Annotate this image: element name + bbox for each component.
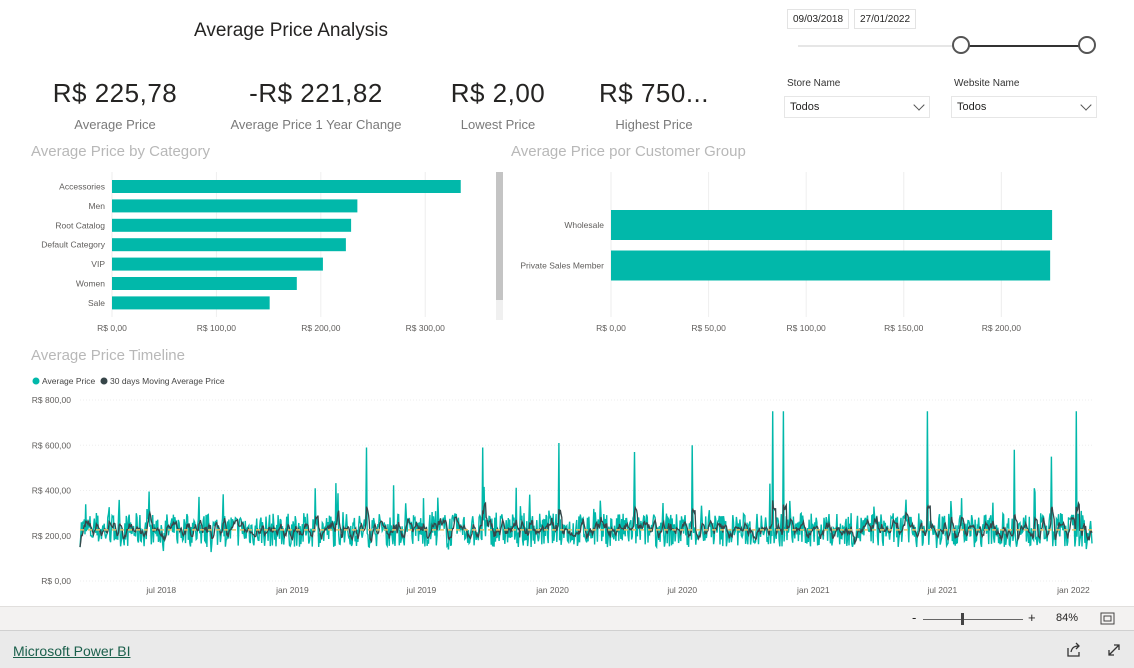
x-tick-label: R$ 300,00 bbox=[406, 323, 445, 333]
x-tick-label: jan 2020 bbox=[535, 585, 569, 595]
bar[interactable] bbox=[112, 277, 297, 290]
kpi-average-price: R$ 225,78 Average Price bbox=[40, 78, 190, 132]
kpi-label: Average Price 1 Year Change bbox=[230, 117, 402, 132]
date-start-field[interactable]: 09/03/2018 bbox=[787, 9, 850, 29]
kpi-highest-price: R$ 750... Highest Price bbox=[590, 78, 718, 132]
bar[interactable] bbox=[112, 199, 358, 213]
store-name-value: Todos bbox=[790, 101, 820, 113]
chevron-down-icon bbox=[913, 99, 925, 111]
store-name-dropdown[interactable]: Todos bbox=[784, 96, 930, 118]
x-tick-label: R$ 200,00 bbox=[301, 323, 340, 333]
customer-group-bar-chart[interactable]: R$ 0,00 R$ 50,00 R$ 100,00 R$ 150,00 R$ 200,… bbox=[505, 168, 1085, 338]
timeline-line-chart[interactable]: Average Price 30 days Moving Average Pric… bbox=[0, 370, 1134, 602]
category-label: Root Catalog bbox=[55, 220, 105, 230]
timeline-chart-title: Average Price Timeline bbox=[31, 347, 185, 364]
zoom-slider[interactable] bbox=[923, 619, 1023, 620]
x-tick-label: R$ 100,00 bbox=[787, 323, 826, 333]
kpi-value: R$ 225,78 bbox=[52, 78, 178, 108]
x-tick-label: jul 2021 bbox=[926, 585, 957, 595]
x-tick-label: jan 2022 bbox=[1056, 585, 1090, 595]
category-label: Women bbox=[76, 279, 105, 289]
date-slider-start-handle[interactable] bbox=[952, 36, 970, 54]
date-slider-range bbox=[961, 45, 1088, 47]
share-icon[interactable] bbox=[1066, 642, 1082, 658]
kpi-value: -R$ 221,82 bbox=[249, 78, 383, 108]
bar[interactable] bbox=[112, 296, 270, 310]
website-name-value: Todos bbox=[957, 101, 987, 113]
category-label: Default Category bbox=[41, 240, 106, 250]
bar[interactable] bbox=[112, 238, 346, 252]
zoom-level: 84% bbox=[1056, 612, 1079, 624]
bar[interactable] bbox=[112, 180, 461, 193]
legend-marker bbox=[100, 377, 108, 385]
footer-bar bbox=[0, 630, 1134, 668]
website-name-label: Website Name bbox=[954, 78, 1020, 89]
category-chart-scrollbar[interactable] bbox=[496, 172, 503, 320]
bar[interactable] bbox=[112, 257, 323, 271]
chevron-down-icon bbox=[1080, 99, 1092, 111]
y-tick-label: R$ 200,00 bbox=[32, 531, 71, 541]
power-bi-link[interactable]: Microsoft Power BI bbox=[13, 643, 130, 659]
expand-icon[interactable] bbox=[1106, 642, 1122, 658]
date-slider-end-handle[interactable] bbox=[1078, 36, 1096, 54]
category-chart-title: Average Price by Category bbox=[31, 143, 210, 160]
zoom-out-button[interactable]: - bbox=[912, 610, 916, 625]
page-title: Average Price Analysis bbox=[194, 20, 388, 41]
website-name-dropdown[interactable]: Todos bbox=[951, 96, 1097, 118]
y-tick-label: R$ 800,00 bbox=[32, 395, 71, 405]
kpi-label: Average Price bbox=[74, 117, 156, 132]
legend-marker bbox=[32, 377, 40, 385]
store-name-label: Store Name bbox=[787, 78, 841, 89]
x-tick-label: jan 2021 bbox=[796, 585, 830, 595]
x-tick-label: jul 2019 bbox=[405, 585, 436, 595]
scrollbar-thumb[interactable] bbox=[496, 172, 503, 300]
category-label: Wholesale bbox=[564, 220, 604, 230]
kpi-value: R$ 750... bbox=[598, 78, 709, 108]
x-tick-label: R$ 150,00 bbox=[884, 323, 923, 333]
x-tick-label: jul 2020 bbox=[666, 585, 697, 595]
customer-group-chart-title: Average Price por Customer Group bbox=[511, 143, 746, 160]
category-bar-chart[interactable]: R$ 0,00 R$ 100,00 R$ 200,00 R$ 300,00 Access… bbox=[0, 168, 510, 338]
x-tick-label: R$ 200,00 bbox=[982, 323, 1021, 333]
bar[interactable] bbox=[112, 218, 352, 232]
zoom-slider-handle[interactable] bbox=[961, 613, 964, 625]
kpi-value: R$ 2,00 bbox=[450, 78, 546, 108]
category-label: Men bbox=[88, 201, 105, 211]
kpi-average-price-change: -R$ 221,82 Average Price 1 Year Change bbox=[220, 78, 412, 132]
zoom-in-button[interactable]: + bbox=[1028, 610, 1036, 625]
bar[interactable] bbox=[611, 250, 1051, 281]
x-tick-label: jul 2018 bbox=[145, 585, 176, 595]
y-tick-label: R$ 0,00 bbox=[41, 576, 71, 586]
category-label: Accessories bbox=[59, 182, 105, 192]
fit-to-page-icon[interactable] bbox=[1100, 612, 1116, 626]
category-label: Private Sales Member bbox=[520, 261, 604, 271]
kpi-label: Highest Price bbox=[615, 117, 693, 132]
zoom-bar: - + 84% bbox=[0, 606, 1134, 631]
y-tick-label: R$ 600,00 bbox=[32, 440, 71, 450]
y-tick-label: R$ 400,00 bbox=[32, 486, 71, 496]
x-tick-label: R$ 0,00 bbox=[97, 323, 127, 333]
date-end-field[interactable]: 27/01/2022 bbox=[854, 9, 917, 29]
category-label: VIP bbox=[91, 259, 105, 269]
legend-label: Average Price bbox=[42, 376, 96, 386]
x-tick-label: R$ 100,00 bbox=[197, 323, 236, 333]
legend-label: 30 days Moving Average Price bbox=[110, 376, 225, 386]
x-tick-label: R$ 50,00 bbox=[691, 323, 726, 333]
bar[interactable] bbox=[611, 210, 1053, 240]
category-label: Sale bbox=[88, 298, 105, 308]
kpi-label: Lowest Price bbox=[460, 117, 536, 132]
kpi-lowest-price: R$ 2,00 Lowest Price bbox=[438, 78, 558, 132]
x-tick-label: R$ 0,00 bbox=[596, 323, 626, 333]
x-tick-label: jan 2019 bbox=[275, 585, 309, 595]
